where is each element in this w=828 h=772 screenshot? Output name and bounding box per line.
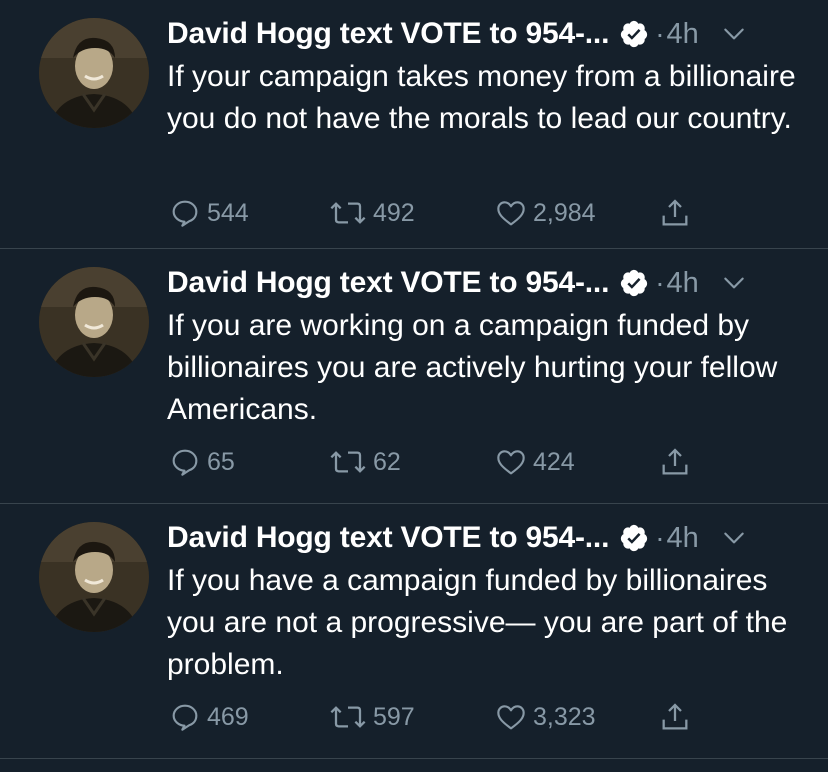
verified-icon	[619, 523, 649, 553]
like-count: 424	[533, 447, 575, 476]
separator-dot: ·	[655, 18, 665, 49]
retweet-icon	[329, 197, 367, 229]
avatar-photo	[39, 522, 149, 632]
tweet-actions: 469 597 3,323	[167, 697, 707, 737]
retweet-count: 62	[373, 447, 401, 476]
like-icon	[495, 197, 527, 229]
avatar[interactable]	[39, 267, 149, 377]
retweet-icon	[329, 701, 367, 733]
tweet-header: David Hogg text VOTE to 954-... · 4h	[167, 14, 807, 54]
reply-button[interactable]: 544	[169, 193, 249, 233]
reply-count: 65	[207, 447, 235, 476]
share-button[interactable]	[659, 193, 691, 233]
share-icon	[659, 197, 691, 229]
tweet-actions: 544 492 2,984	[167, 193, 707, 233]
tweet[interactable]: David Hogg text VOTE to 954-... · 4h If …	[0, 504, 828, 759]
reply-icon	[169, 701, 201, 733]
reply-icon	[169, 446, 201, 478]
like-icon	[495, 701, 527, 733]
retweet-button[interactable]: 62	[329, 442, 401, 482]
author-name[interactable]: David Hogg text VOTE to 954-...	[167, 521, 609, 555]
tweet[interactable]: David Hogg text VOTE to 954-... · 4h If …	[0, 0, 828, 249]
like-count: 3,323	[533, 702, 596, 731]
reply-icon	[169, 197, 201, 229]
tweet-text: If your campaign takes money from a bill…	[167, 60, 796, 135]
tweet-feed: David Hogg text VOTE to 954-... · 4h If …	[0, 0, 828, 772]
like-count: 2,984	[533, 198, 596, 227]
reply-count: 469	[207, 702, 249, 731]
chevron-down-icon[interactable]	[721, 21, 747, 47]
author-name[interactable]: David Hogg text VOTE to 954-...	[167, 266, 609, 300]
retweet-count: 492	[373, 198, 415, 227]
like-button[interactable]: 3,323	[495, 697, 596, 737]
avatar[interactable]	[39, 522, 149, 632]
reply-button[interactable]: 65	[169, 442, 235, 482]
timestamp[interactable]: 4h	[667, 18, 699, 51]
author-name[interactable]: David Hogg text VOTE to 954-...	[167, 17, 609, 51]
share-icon	[659, 446, 691, 478]
like-button[interactable]: 424	[495, 442, 575, 482]
tweet-text: If you are working on a campaign funded …	[167, 309, 778, 426]
avatar-photo	[39, 267, 149, 377]
avatar-photo	[39, 18, 149, 128]
like-icon	[495, 446, 527, 478]
share-button[interactable]	[659, 697, 691, 737]
separator-dot: ·	[655, 267, 665, 298]
reply-count: 544	[207, 198, 249, 227]
tweet-text: If you have a campaign funded by billion…	[167, 564, 788, 681]
tweet-header: David Hogg text VOTE to 954-... · 4h	[167, 518, 807, 558]
verified-icon	[619, 19, 649, 49]
tweet-actions: 65 62 424	[167, 442, 707, 482]
retweet-icon	[329, 446, 367, 478]
share-button[interactable]	[659, 442, 691, 482]
chevron-down-icon[interactable]	[721, 270, 747, 296]
retweet-count: 597	[373, 702, 415, 731]
timestamp[interactable]: 4h	[667, 522, 699, 555]
chevron-down-icon[interactable]	[721, 525, 747, 551]
timestamp[interactable]: 4h	[667, 267, 699, 300]
like-button[interactable]: 2,984	[495, 193, 596, 233]
tweet-header: David Hogg text VOTE to 954-... · 4h	[167, 263, 807, 303]
reply-button[interactable]: 469	[169, 697, 249, 737]
verified-icon	[619, 268, 649, 298]
avatar[interactable]	[39, 18, 149, 128]
retweet-button[interactable]: 597	[329, 697, 415, 737]
separator-dot: ·	[655, 522, 665, 553]
tweet[interactable]: David Hogg text VOTE to 954-... · 4h If …	[0, 249, 828, 504]
share-icon	[659, 701, 691, 733]
retweet-button[interactable]: 492	[329, 193, 415, 233]
